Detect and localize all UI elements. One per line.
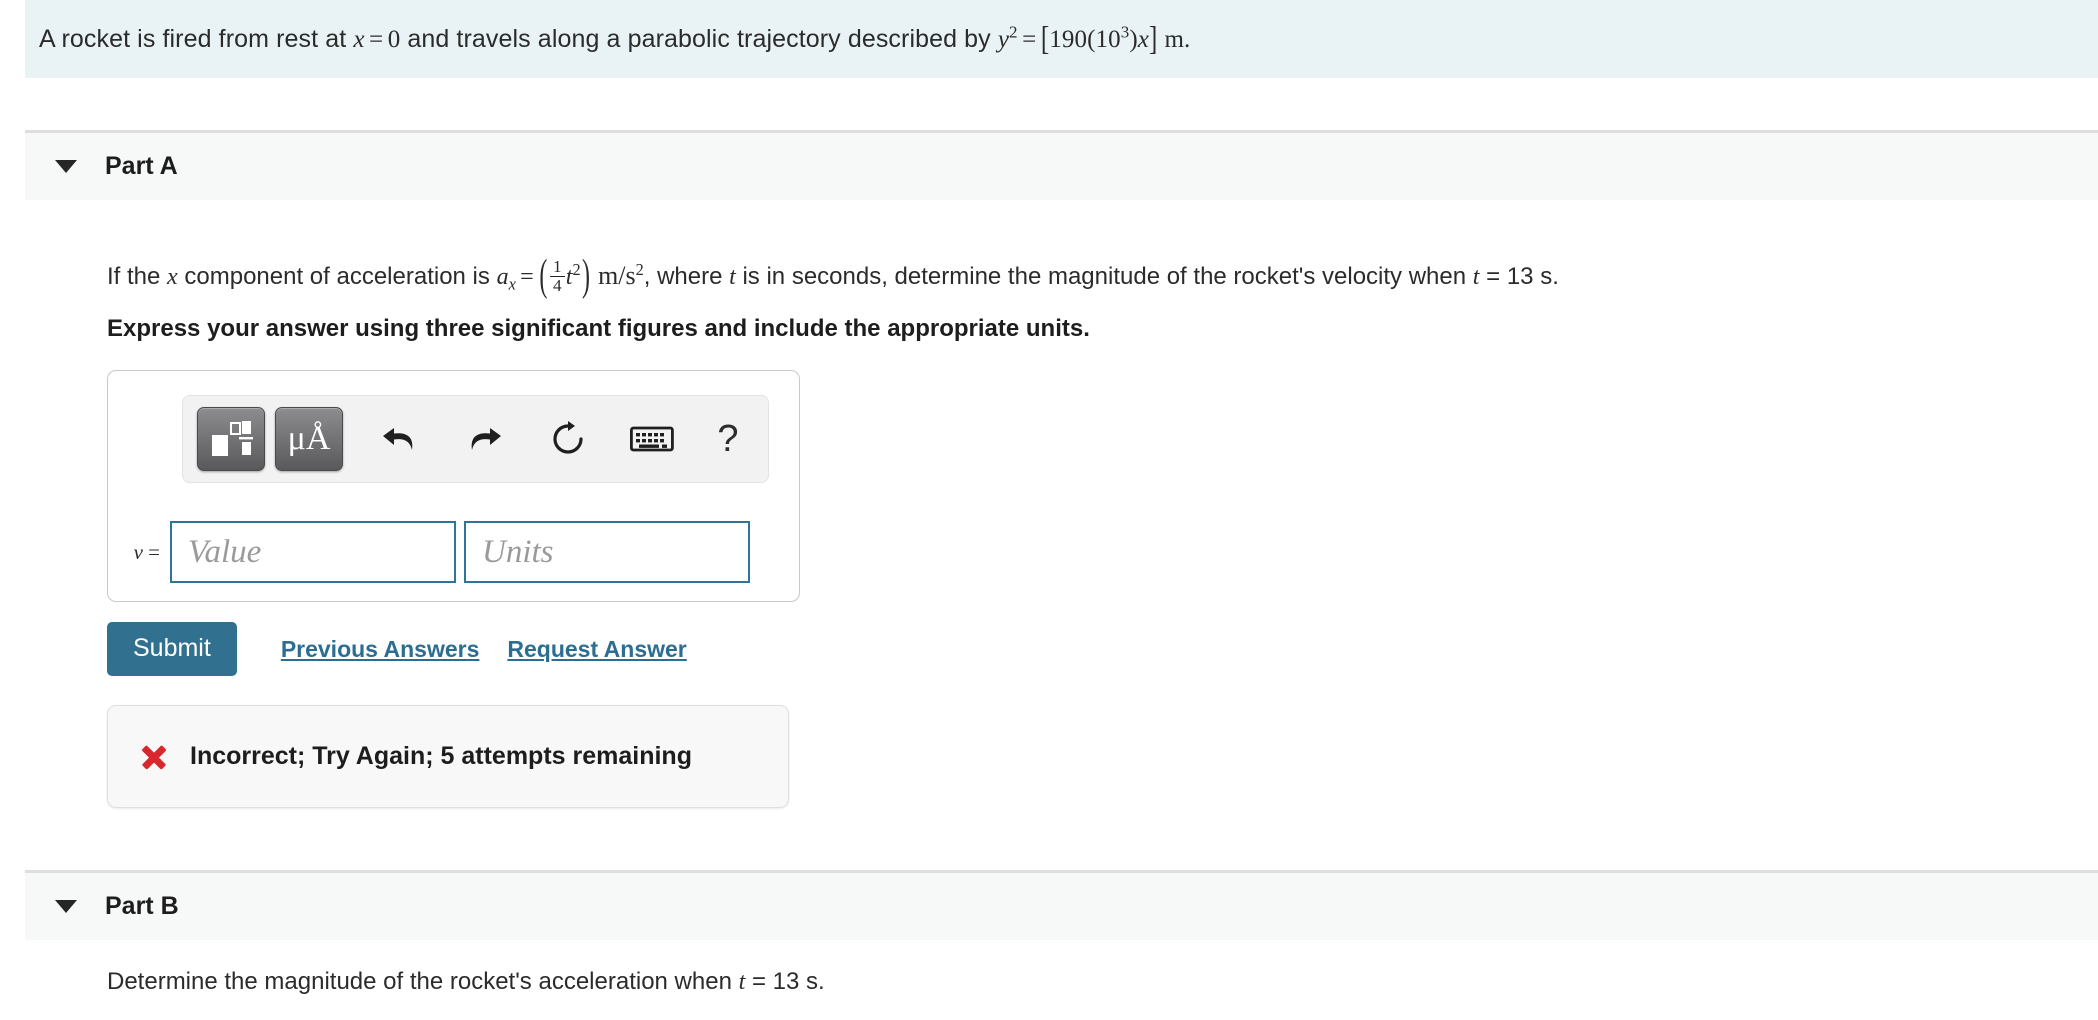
units-input[interactable] (464, 521, 750, 583)
chevron-down-icon[interactable] (55, 160, 77, 173)
statement-open-bracket: [ (1040, 20, 1050, 58)
variable-name: v (133, 539, 143, 564)
part-a-instruction: Express your answer using three signific… (107, 315, 1090, 342)
red-x-icon (138, 742, 168, 772)
question-t-variable: t (729, 263, 736, 290)
previous-answers-link[interactable]: Previous Answers (281, 636, 480, 663)
question-t-value: 13 (1506, 262, 1534, 290)
part-a-answer-box: μÅ ? v = Value Units (107, 370, 800, 602)
question-t-variable-2: t (1472, 263, 1480, 290)
question-segment-1: If the (107, 262, 161, 290)
keyboard-icon (630, 426, 674, 452)
part-b-equals: = (751, 968, 766, 995)
value-input[interactable] (170, 521, 456, 583)
variable-label: v = (108, 540, 170, 565)
statement-y-var: y (997, 25, 1010, 53)
part-a-question-text: If the x component of acceleration is ax… (107, 252, 1559, 300)
redo-button[interactable] (453, 407, 515, 471)
statement-coefficient-tail: ) (1129, 25, 1138, 53)
keyboard-button[interactable] (621, 407, 683, 471)
question-segment-4: is in seconds, determine the magnitude o… (742, 262, 1467, 290)
open-paren: ( (539, 252, 548, 301)
math-input-toolbar: μÅ ? (182, 395, 769, 483)
variable-equals: = (148, 539, 160, 564)
part-a-title: Part A (105, 152, 178, 180)
feedback-message: Incorrect; Try Again; 5 attempts remaini… (190, 742, 692, 770)
statement-close-bracket: ] (1148, 20, 1158, 58)
statement-equals: = (369, 25, 384, 53)
statement-coefficient: 190(10 (1049, 25, 1121, 53)
math-template-icon (212, 421, 253, 456)
units-button[interactable]: μÅ (275, 407, 343, 471)
part-a-actions: Submit Previous Answers Request Answer (107, 622, 687, 676)
question-segment-2: component of acceleration is (184, 262, 490, 290)
fraction-numerator: 1 (553, 257, 562, 276)
statement-y-exponent: 2 (1009, 22, 1018, 42)
redo-arrow-icon (471, 428, 501, 450)
reset-button[interactable] (537, 407, 599, 471)
request-answer-link[interactable]: Request Answer (507, 636, 686, 663)
undo-button[interactable] (369, 407, 431, 471)
statement-mid: and travels along a parabolic trajectory… (407, 24, 991, 53)
math-template-button[interactable] (197, 407, 265, 471)
question-t-unit: s. (1540, 262, 1559, 290)
statement-x-var: x (353, 25, 365, 53)
part-a-feedback-box: Incorrect; Try Again; 5 attempts remaini… (107, 705, 789, 808)
undo-arrow-icon (383, 428, 413, 450)
part-b-question-text: Determine the magnitude of the rocket's … (107, 968, 825, 996)
close-paren: ) (582, 252, 591, 301)
problem-statement-banner: A rocket is fired from rest at x = 0 and t… (25, 0, 2098, 78)
reset-circular-arrow-icon (553, 421, 583, 454)
statement-lead-in: A rocket is fired from rest at (39, 24, 347, 53)
help-button[interactable]: ? (697, 407, 759, 471)
question-x-variable: x (167, 263, 178, 290)
chevron-down-icon[interactable] (55, 900, 77, 913)
part-b-t-value: 13 (772, 968, 800, 995)
question-t-exponent: 2 (572, 259, 581, 279)
part-b-title: Part B (105, 892, 179, 920)
statement-equals-2: = (1022, 25, 1037, 53)
question-acceleration-subscript: x (508, 274, 516, 294)
part-b-question-segment-1: Determine the magnitude of the rocket's … (107, 968, 732, 995)
part-a-header[interactable]: Part A (25, 130, 2098, 200)
micro-angstrom-icon: μÅ (287, 420, 331, 457)
submit-button[interactable]: Submit (107, 622, 237, 676)
part-b-header[interactable]: Part B (25, 870, 2098, 940)
answer-input-row: v = (108, 521, 801, 583)
statement-unit-meters: m. (1164, 25, 1191, 53)
question-equals: = (520, 263, 534, 290)
question-segment-3: , where (643, 262, 723, 290)
part-b-t-variable: t (738, 969, 746, 995)
fraction-denominator: 4 (549, 276, 565, 295)
problem-statement-text: A rocket is fired from rest at x = 0 and t… (25, 21, 1191, 57)
question-mark-icon: ? (717, 417, 739, 460)
one-quarter-fraction: 14 (549, 257, 565, 295)
question-acceleration-symbol: a (496, 263, 509, 290)
question-units-exponent: 2 (635, 259, 644, 279)
statement-zero: 0 (387, 25, 401, 53)
question-units: m/s (598, 260, 636, 290)
statement-x-var-2: x (1137, 25, 1149, 53)
part-b-t-unit: s. (806, 968, 825, 995)
question-equals-2: = (1486, 262, 1501, 290)
